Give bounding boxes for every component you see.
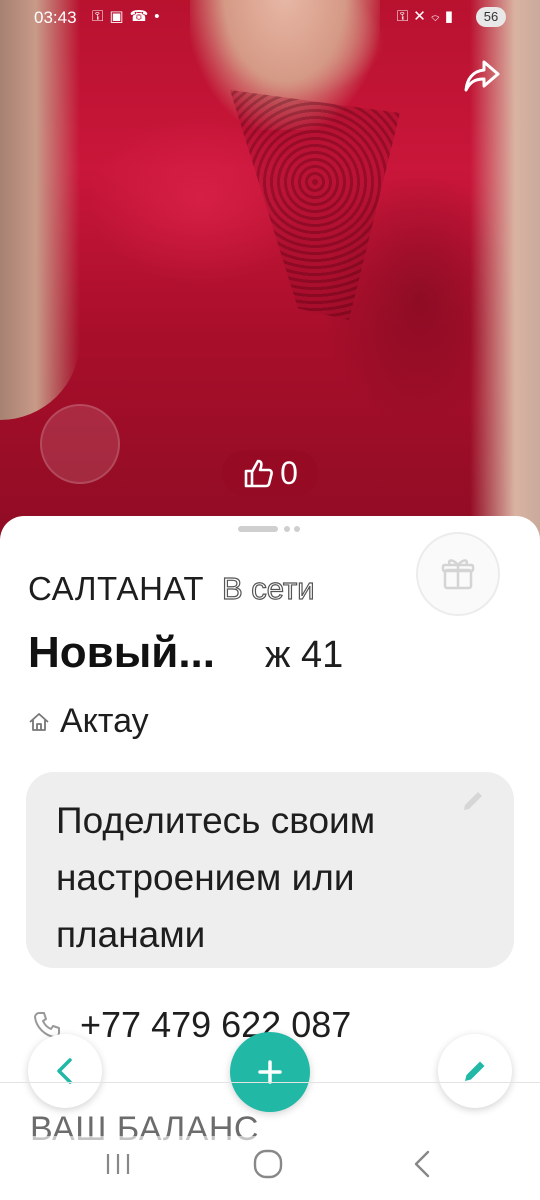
age-gender: ж 41 xyxy=(265,634,344,676)
like-button[interactable]: 0 xyxy=(222,450,318,496)
edit-profile-button[interactable] xyxy=(438,1034,512,1108)
gift-icon xyxy=(441,559,475,590)
add-button[interactable] xyxy=(230,1032,310,1112)
status-bar: 03:43 ⚿▣☎• ⚿✕⌔▮ 56 xyxy=(0,0,540,36)
back-nav-icon[interactable] xyxy=(408,1148,436,1180)
back-button[interactable] xyxy=(28,1034,102,1108)
home-nav-icon[interactable] xyxy=(252,1148,284,1180)
name-row: САЛТАНАТ В сети xyxy=(28,570,315,608)
drag-handle[interactable] xyxy=(238,526,300,532)
profile-photo[interactable]: 03:43 ⚿▣☎• ⚿✕⌔▮ 56 0 xyxy=(0,0,540,560)
recent-apps-icon[interactable] xyxy=(104,1150,132,1178)
battery-icon: 56 xyxy=(476,7,506,27)
pencil-icon xyxy=(465,1061,485,1081)
status-time: 03:43 xyxy=(34,8,77,27)
share-button[interactable] xyxy=(462,56,502,96)
thumbs-up-icon xyxy=(244,459,274,488)
status-notification-icons: ⚿▣☎• xyxy=(92,8,166,25)
share-icon xyxy=(464,60,500,92)
online-status: В сети xyxy=(221,570,315,606)
divider xyxy=(0,1082,540,1083)
profile-title: Новый... xyxy=(28,628,215,677)
like-count: 0 xyxy=(280,454,298,491)
gift-button[interactable] xyxy=(416,532,500,616)
phone-number: +77 479 622 087 xyxy=(80,1004,352,1045)
system-nav-bar xyxy=(0,1136,540,1200)
profile-sheet: САЛТАНАТ В сети Новый... ж 41 Актау Поде… xyxy=(0,516,540,1106)
pencil-icon xyxy=(464,792,482,810)
user-name: САЛТАНАТ xyxy=(28,570,204,607)
city-row: Актау xyxy=(28,702,149,741)
photo-skin-left xyxy=(0,0,80,420)
avatar-thumbnail[interactable] xyxy=(40,404,120,484)
photo-lace xyxy=(230,90,400,320)
mood-placeholder: Поделитесь своим настроением или планами xyxy=(56,800,376,955)
title-row: Новый... ж 41 xyxy=(28,628,343,678)
city: Актау xyxy=(60,702,149,740)
mood-input[interactable]: Поделитесь своим настроением или планами xyxy=(26,772,514,968)
home-icon xyxy=(29,712,49,731)
status-system-icons: ⚿✕⌔▮ xyxy=(396,8,458,25)
